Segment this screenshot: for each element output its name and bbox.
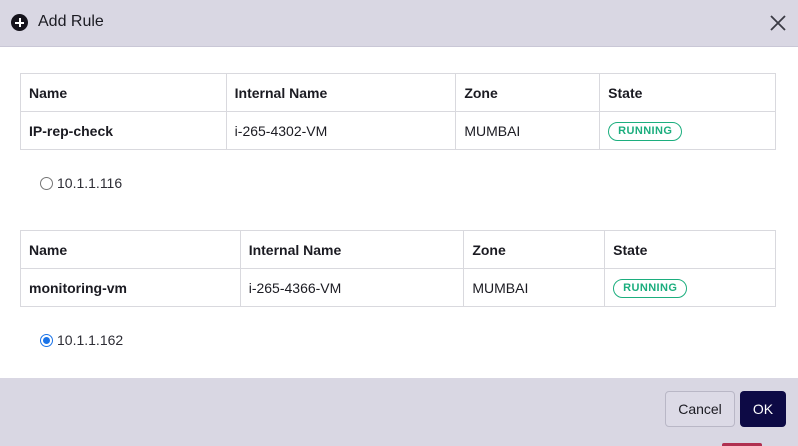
vm-table-1: Name Internal Name Zone State IP-rep-che…	[20, 73, 776, 150]
column-header-state: State	[604, 230, 776, 269]
plus-circle-icon	[11, 14, 28, 31]
vm-internal-name: i-265-4366-VM	[239, 268, 465, 307]
column-header-name: Name	[20, 73, 227, 112]
column-header-state: State	[599, 73, 776, 112]
add-rule-dialog: Add Rule Name Internal Name Zone State I…	[0, 0, 798, 446]
column-header-zone: Zone	[463, 230, 606, 269]
table-row: monitoring-vm i-265-4366-VM MUMBAI RUNNI…	[20, 268, 776, 307]
column-header-zone: Zone	[455, 73, 601, 112]
ip-label-1: 10.1.1.116	[57, 175, 123, 191]
cancel-button[interactable]: Cancel	[665, 391, 735, 427]
vm-internal-name: i-265-4302-VM	[225, 111, 457, 150]
vm-name: IP-rep-check	[20, 111, 227, 150]
vm-state-cell: RUNNING	[604, 268, 776, 307]
table-row: IP-rep-check i-265-4302-VM MUMBAI RUNNIN…	[20, 111, 776, 150]
status-badge: RUNNING	[613, 278, 688, 298]
ip-option-2[interactable]: 10.1.1.162	[40, 332, 123, 348]
ip-radio-1[interactable]	[40, 176, 53, 190]
status-badge: RUNNING	[608, 121, 683, 141]
dialog-footer: Cancel OK	[0, 378, 798, 446]
table-header-row: Name Internal Name Zone State	[20, 230, 776, 269]
vm-zone: MUMBAI	[463, 268, 606, 307]
table-header-row: Name Internal Name Zone State	[20, 73, 776, 112]
vm-table-2: Name Internal Name Zone State monitoring…	[20, 230, 776, 307]
vm-name: monitoring-vm	[20, 268, 241, 307]
ok-button[interactable]: OK	[740, 391, 786, 427]
ip-label-2: 10.1.1.162	[57, 332, 124, 348]
column-header-name: Name	[20, 230, 241, 269]
dialog-header: Add Rule	[0, 0, 798, 47]
ip-option-1[interactable]: 10.1.1.116	[40, 175, 122, 191]
vm-zone: MUMBAI	[455, 111, 601, 150]
vm-state-cell: RUNNING	[599, 111, 776, 150]
column-header-internal-name: Internal Name	[239, 230, 465, 269]
ip-radio-2[interactable]	[40, 333, 53, 347]
column-header-internal-name: Internal Name	[225, 73, 457, 112]
dialog-title: Add Rule	[38, 13, 104, 30]
close-icon[interactable]	[768, 13, 788, 33]
